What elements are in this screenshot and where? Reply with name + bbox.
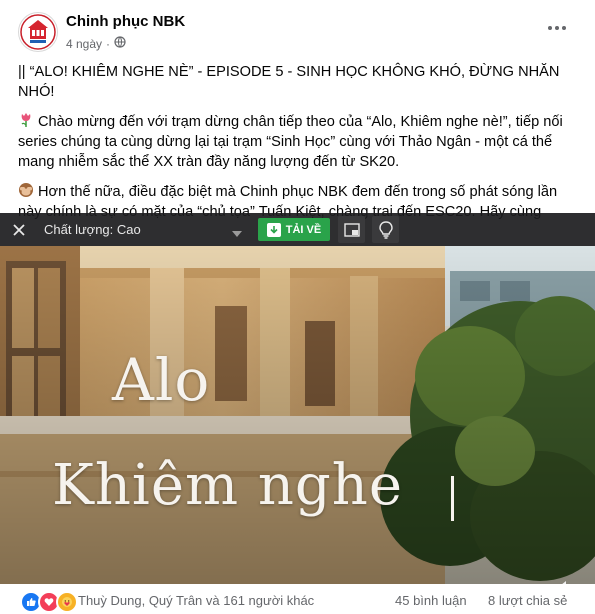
post-time[interactable]: 4 ngày: [66, 37, 102, 51]
intro-text: Chào mừng đến với trạm dừng chân tiếp th…: [18, 114, 563, 170]
chevron-down-icon[interactable]: [232, 225, 242, 237]
post-paragraph-intro: Chào mừng đến với trạm dừng chân tiếp th…: [18, 112, 578, 172]
see-no-evil-monkey-icon: [18, 182, 34, 198]
video-toolbar: Chất lượng: Cao TẢI VỀ: [0, 213, 595, 246]
video-title-line2: Khiêm nghe: [52, 453, 403, 518]
quality-select[interactable]: Chất lượng: Cao: [44, 219, 244, 240]
download-icon: [266, 222, 281, 237]
meta-separator: ·: [106, 36, 111, 51]
picture-in-picture-button[interactable]: [338, 216, 365, 243]
page-avatar[interactable]: [18, 12, 58, 52]
mute-button[interactable]: [554, 576, 578, 584]
shares-count[interactable]: 8 lượt chia sẻ: [488, 593, 567, 608]
comments-count[interactable]: 45 bình luận: [395, 593, 467, 608]
post-text: || “ALO! KHIÊM NGHE NÈ” - EPISODE 5 - SI…: [18, 62, 578, 232]
reaction-icons[interactable]: [20, 591, 78, 613]
speaker-muted-icon: [562, 581, 566, 584]
post-card: Chinh phục NBK 4 ngày · || “ALO! KHIÊM N…: [0, 0, 595, 614]
download-label: TẢI VỀ: [285, 223, 322, 236]
close-icon[interactable]: [10, 221, 28, 239]
more-options-button[interactable]: [545, 16, 569, 40]
pip-icon: [343, 222, 360, 237]
video-scene-image: [0, 246, 595, 584]
download-button[interactable]: TẢI VỀ: [258, 218, 330, 241]
page-name[interactable]: Chinh phục NBK: [66, 13, 185, 30]
post-paragraph-title: || “ALO! KHIÊM NGHE NÈ” - EPISODE 5 - SI…: [18, 64, 560, 100]
post-meta: 4 ngày ·: [66, 36, 126, 51]
post-footer: Thuỳ Dung, Quý Trân và 161 người khác 45…: [0, 584, 595, 614]
more-dots-icon: [548, 26, 566, 30]
post-header: Chinh phục NBK 4 ngày ·: [0, 0, 595, 58]
reactors-text[interactable]: Thuỳ Dung, Quý Trân và 161 người khác: [78, 593, 314, 608]
lightbulb-icon: [378, 220, 393, 239]
video-player[interactable]: Chất lượng: Cao TẢI VỀ Alo Khiêm nghe: [0, 213, 595, 584]
tulip-icon: [18, 112, 34, 128]
text-cursor-bar: [451, 476, 454, 521]
video-title-line1: Alo: [112, 346, 211, 414]
care-reaction-icon: [56, 591, 78, 613]
video-frame[interactable]: Alo Khiêm nghe: [0, 246, 595, 584]
globe-icon: [114, 36, 126, 51]
lightbulb-button[interactable]: [372, 216, 399, 243]
